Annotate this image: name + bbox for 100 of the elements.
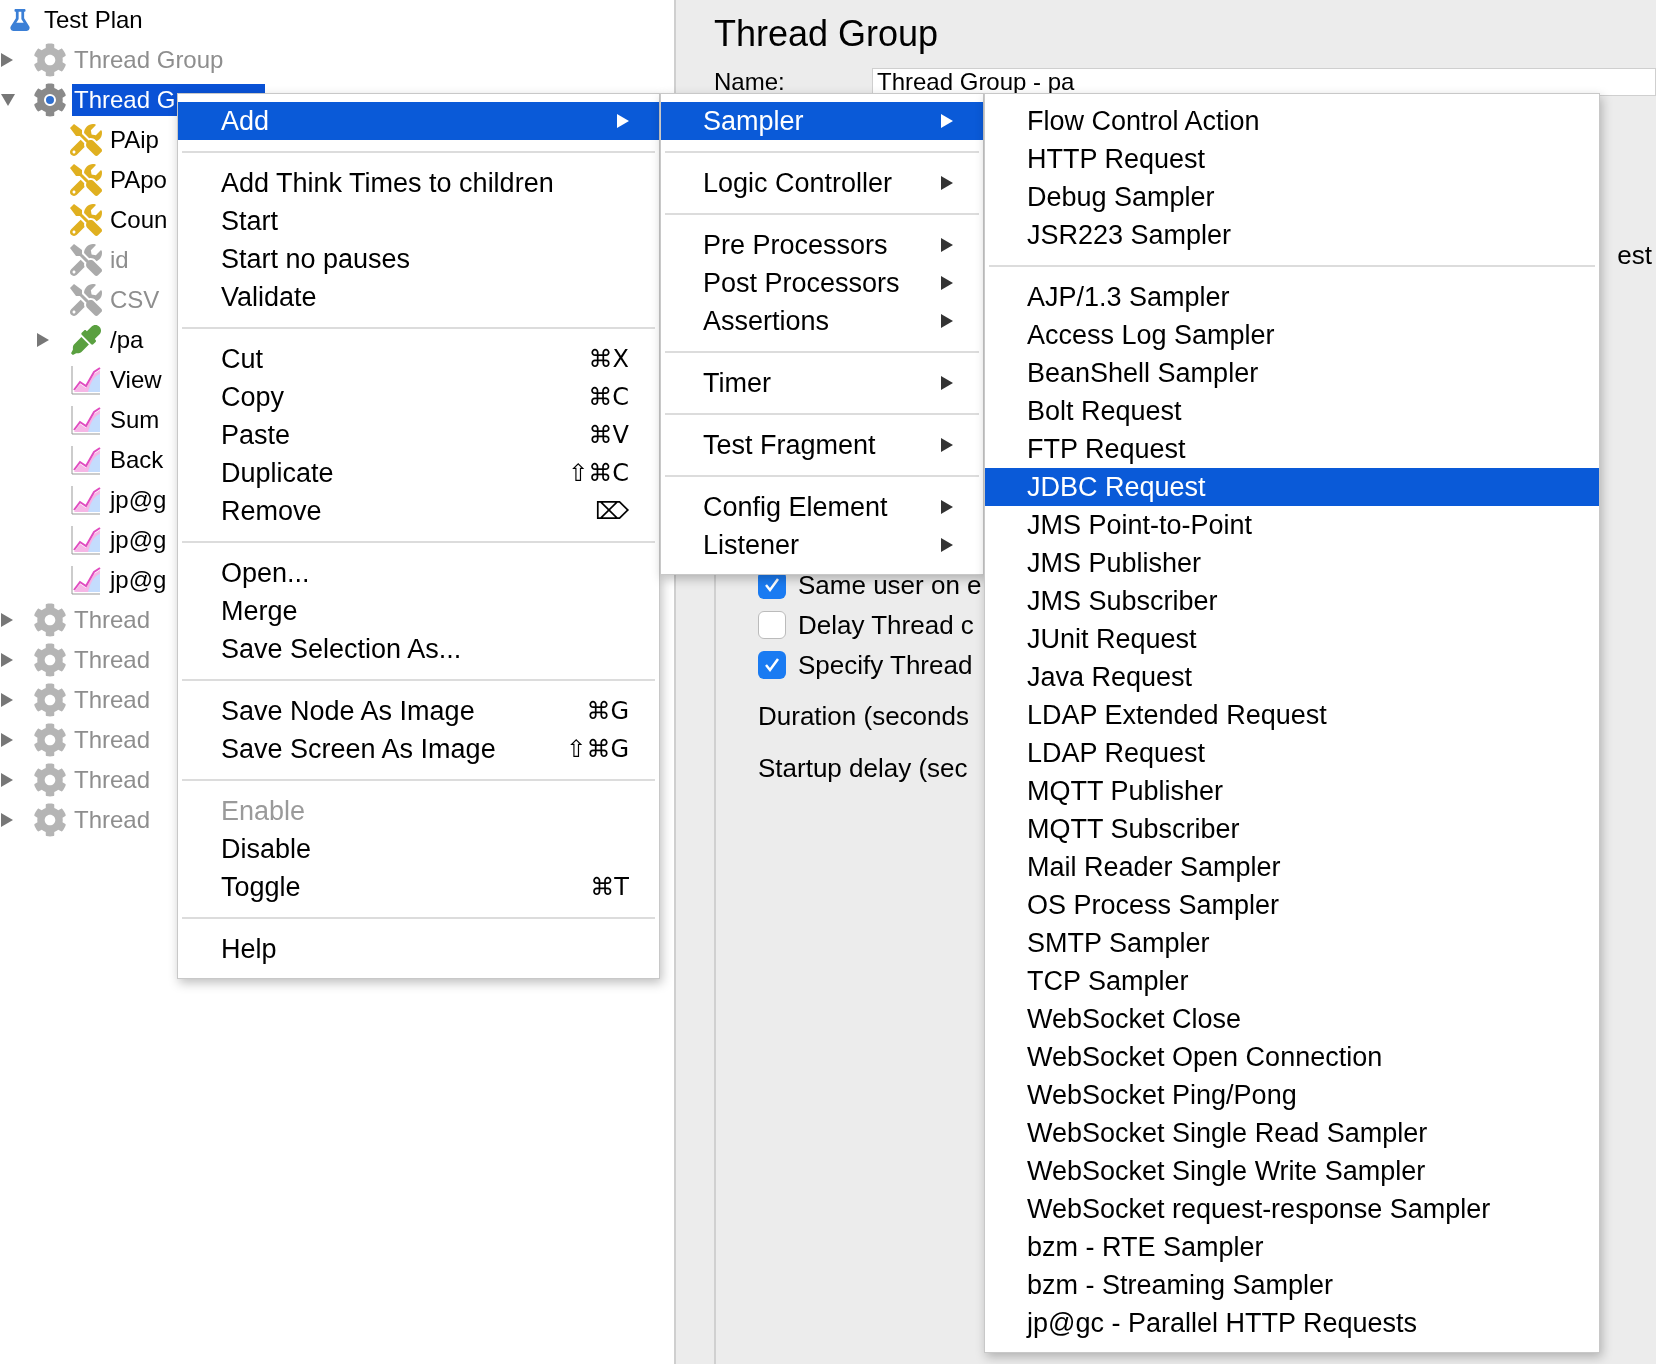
tree-node-label[interactable]: Coun — [108, 204, 170, 236]
menu-item[interactable]: MQTT Subscriber — [985, 810, 1599, 848]
menu-item[interactable]: WebSocket Close — [985, 1000, 1599, 1038]
menu-item[interactable]: JMS Subscriber — [985, 582, 1599, 620]
menu-item[interactable]: Bolt Request — [985, 392, 1599, 430]
menu-item[interactable]: AJP/1.3 Sampler — [985, 278, 1599, 316]
menu-item[interactable]: JMS Publisher — [985, 544, 1599, 582]
submenu-arrow-icon[interactable] — [941, 376, 953, 390]
submenu-arrow-icon[interactable] — [941, 538, 953, 552]
menu-item[interactable]: Assertions — [661, 302, 983, 340]
gear-icon — [33, 723, 67, 757]
menu-item[interactable]: HTTP Request — [985, 140, 1599, 178]
submenu-arrow-icon[interactable] — [941, 176, 953, 190]
menu-item[interactable]: Flow Control Action — [985, 102, 1599, 140]
menu-item[interactable]: jp@gc - Parallel HTTP Requests — [985, 1304, 1599, 1342]
menu-item[interactable]: Merge — [178, 592, 659, 630]
menu-item[interactable]: Mail Reader Sampler — [985, 848, 1599, 886]
menu-item[interactable]: Config Element — [661, 488, 983, 526]
menu-item[interactable]: OS Process Sampler — [985, 886, 1599, 924]
menu-item[interactable]: Pre Processors — [661, 226, 983, 264]
gear-icon — [33, 803, 67, 837]
menu-item[interactable]: Paste ⌘V — [178, 416, 659, 454]
menu-item[interactable]: Add — [178, 102, 659, 140]
gear-icon — [33, 603, 67, 637]
menu-item[interactable]: Sampler — [661, 102, 983, 140]
menu-item[interactable]: LDAP Extended Request — [985, 696, 1599, 734]
partial-label: est — [1617, 239, 1652, 272]
menu-item[interactable]: Timer — [661, 364, 983, 402]
menu-item[interactable]: Save Selection As... — [178, 630, 659, 668]
menu-item[interactable]: Validate — [178, 278, 659, 316]
menu-item[interactable]: bzm - Streaming Sampler — [985, 1266, 1599, 1304]
menu-item[interactable]: Toggle ⌘T — [178, 868, 659, 906]
menu-item[interactable]: FTP Request — [985, 430, 1599, 468]
menu-item[interactable]: JSR223 Sampler — [985, 216, 1599, 254]
menu-item[interactable]: LDAP Request — [985, 734, 1599, 772]
menu-item[interactable]: JDBC Request — [985, 468, 1599, 506]
submenu-arrow-icon[interactable] — [941, 438, 953, 452]
menu-item[interactable]: Debug Sampler — [985, 178, 1599, 216]
menu-item[interactable]: MQTT Publisher — [985, 772, 1599, 810]
submenu-arrow-icon[interactable] — [941, 114, 953, 128]
menu-item[interactable]: bzm - RTE Sampler — [985, 1228, 1599, 1266]
menu-item[interactable]: Copy ⌘C — [178, 378, 659, 416]
tree-node-label[interactable]: Sum — [108, 404, 162, 436]
tree-node-label[interactable]: View — [108, 364, 164, 396]
menu-item[interactable]: Java Request — [985, 658, 1599, 696]
menu-item[interactable]: Access Log Sampler — [985, 316, 1599, 354]
menu-item[interactable]: SMTP Sampler — [985, 924, 1599, 962]
tree-node-label[interactable]: Test Plan — [42, 4, 145, 36]
gear-icon — [33, 43, 67, 77]
menu-item[interactable]: Cut ⌘X — [178, 340, 659, 378]
menu-item[interactable]: JUnit Request — [985, 620, 1599, 658]
eyedropper-icon — [71, 325, 101, 355]
menu-item[interactable]: Remove ⌦ — [178, 492, 659, 530]
menu-item[interactable]: WebSocket request-response Sampler — [985, 1190, 1599, 1228]
menu-item[interactable]: Add Think Times to children — [178, 164, 659, 202]
menu-item[interactable]: WebSocket Open Connection — [985, 1038, 1599, 1076]
menu-item[interactable]: Post Processors — [661, 264, 983, 302]
menu-item[interactable]: TCP Sampler — [985, 962, 1599, 1000]
gear-icon — [33, 683, 67, 717]
menu-item[interactable]: Logic Controller — [661, 164, 983, 202]
menu-item[interactable]: Test Fragment — [661, 426, 983, 464]
tree-node-label[interactable]: /pa — [108, 324, 146, 356]
checkbox-label: Same user on e — [798, 568, 982, 602]
menu-item[interactable]: Open... — [178, 554, 659, 592]
submenu-arrow-icon[interactable] — [941, 500, 953, 514]
menu-item[interactable]: Save Node As Image ⌘G — [178, 692, 659, 730]
menu-item[interactable]: Duplicate ⇧⌘C — [178, 454, 659, 492]
checkbox[interactable] — [758, 651, 786, 679]
menu-item[interactable]: Start — [178, 202, 659, 240]
tree-node-label[interactable]: jp@g — [108, 484, 169, 516]
menu-item[interactable]: Listener — [661, 526, 983, 564]
submenu-arrow-icon[interactable] — [941, 238, 953, 252]
menu-item[interactable]: JMS Point-to-Point — [985, 506, 1599, 544]
submenu-arrow-icon[interactable] — [941, 314, 953, 328]
checkbox[interactable] — [758, 611, 786, 639]
name-field[interactable]: Thread Group - pa — [872, 68, 1656, 96]
tree-node-label[interactable]: PAip — [108, 124, 161, 156]
collapse-toggle-icon[interactable] — [1, 94, 15, 106]
menu-item[interactable]: BeanShell Sampler — [985, 354, 1599, 392]
expand-toggle-icon[interactable] — [37, 333, 49, 347]
menu-item[interactable]: WebSocket Ping/Pong — [985, 1076, 1599, 1114]
menu-item[interactable]: Start no pauses — [178, 240, 659, 278]
checkbox-label: Specify Thread — [798, 648, 973, 682]
tree-node-label[interactable]: PApo — [108, 164, 169, 196]
submenu-arrow-icon[interactable] — [941, 276, 953, 290]
tree-node-label[interactable]: Back — [108, 444, 166, 476]
menu-item[interactable]: Save Screen As Image ⇧⌘G — [178, 730, 659, 768]
submenu-arrow-icon[interactable] — [617, 114, 629, 128]
menu-item[interactable]: WebSocket Single Write Sampler — [985, 1152, 1599, 1190]
chart-icon — [70, 524, 102, 556]
menu-item[interactable]: WebSocket Single Read Sampler — [985, 1114, 1599, 1152]
menu-item[interactable]: Help — [178, 930, 659, 968]
tools-icon — [70, 204, 102, 236]
gear-icon — [33, 83, 67, 117]
gear-icon — [33, 763, 67, 797]
tree-node-label[interactable]: jp@g — [108, 524, 169, 556]
tools-icon — [70, 124, 102, 156]
menu-item[interactable]: Disable — [178, 830, 659, 868]
tree-node-label[interactable]: jp@g — [108, 564, 169, 596]
flask-icon — [9, 9, 31, 31]
